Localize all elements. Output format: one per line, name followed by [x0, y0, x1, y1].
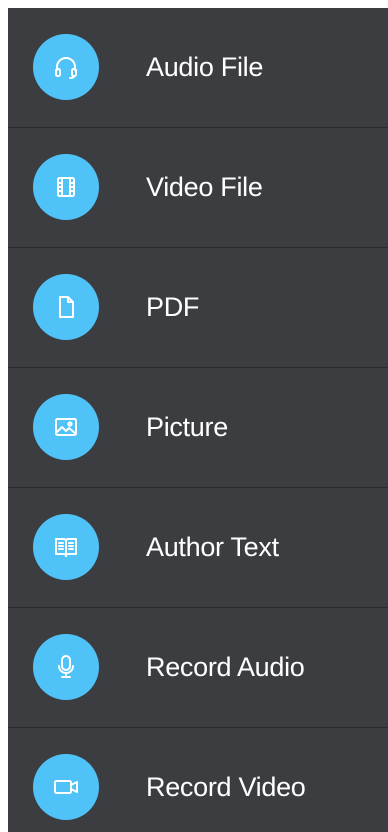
menu-item-video-file[interactable]: Video File	[8, 128, 388, 247]
film-icon	[33, 154, 99, 220]
menu-item-label: Video File	[146, 172, 263, 202]
menu-item-label: PDF	[146, 292, 200, 322]
menu-item-audio-file[interactable]: Audio File	[8, 8, 388, 127]
menu-item-label: Author Text	[146, 532, 279, 562]
video-camera-icon	[33, 754, 99, 820]
menu-item-label: Record Video	[146, 772, 306, 802]
menu-item-author-text[interactable]: Author Text	[8, 488, 388, 607]
microphone-icon	[33, 634, 99, 700]
menu-item-picture[interactable]: Picture	[8, 368, 388, 487]
headphones-icon	[33, 34, 99, 100]
menu-item-record-audio[interactable]: Record Audio	[8, 608, 388, 727]
menu-item-label: Picture	[146, 412, 228, 442]
document-icon	[33, 274, 99, 340]
book-icon	[33, 514, 99, 580]
media-type-menu: Audio File Video File PDF Picture Author…	[8, 8, 388, 832]
menu-item-label: Record Audio	[146, 652, 305, 682]
menu-item-pdf[interactable]: PDF	[8, 248, 388, 367]
image-icon	[33, 394, 99, 460]
menu-item-record-video[interactable]: Record Video	[8, 728, 388, 832]
menu-item-label: Audio File	[146, 52, 264, 82]
